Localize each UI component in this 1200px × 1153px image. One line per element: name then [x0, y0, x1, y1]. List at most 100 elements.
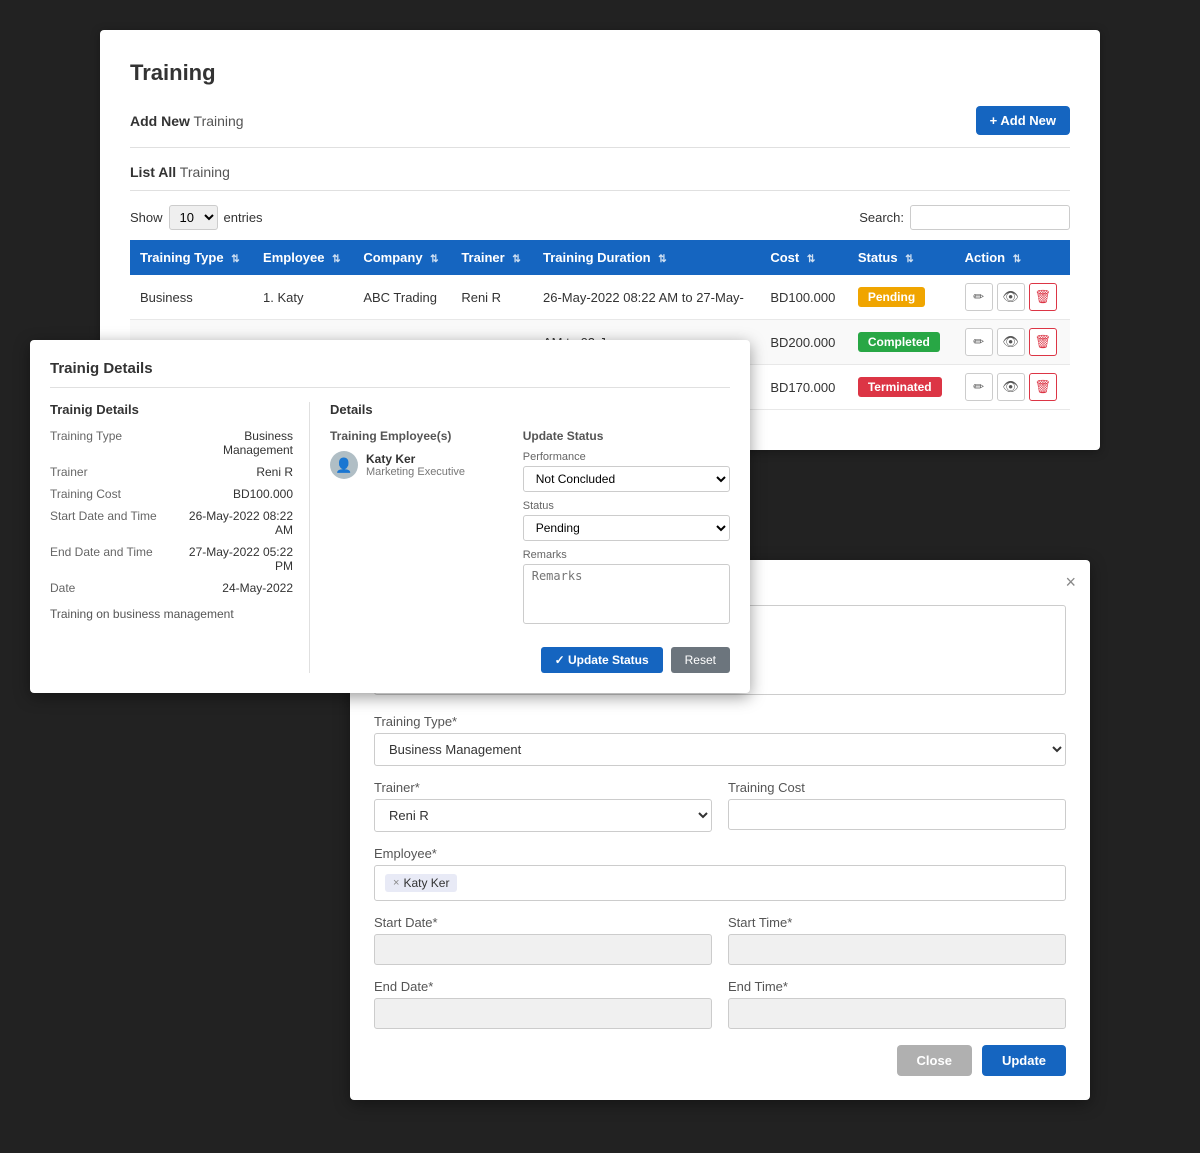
sort-icon-training-type: ⇅: [231, 254, 239, 265]
status-label: Status: [523, 500, 730, 512]
view-button[interactable]: 👁: [997, 283, 1025, 311]
trainer-value: Reni R: [180, 465, 293, 479]
edit-button[interactable]: ✏: [965, 373, 993, 401]
performance-label: Performance: [523, 451, 730, 463]
col-cost[interactable]: Cost ⇅: [760, 240, 848, 275]
tag-remove-icon[interactable]: ×: [393, 877, 399, 889]
trainer-select[interactable]: Reni R: [374, 799, 712, 832]
employee-tag: × Katy Ker: [385, 874, 457, 892]
trainer-label: Trainer*: [374, 780, 712, 795]
list-all-bar: List All Training: [130, 164, 1070, 191]
start-time-input[interactable]: 08:22: [728, 934, 1066, 965]
avatar: 👤: [330, 451, 358, 479]
delete-button[interactable]: 🗑: [1029, 373, 1057, 401]
status-badge: Completed: [858, 332, 940, 352]
delete-button[interactable]: 🗑: [1029, 328, 1057, 356]
start-label: Start Date and Time: [50, 509, 180, 537]
end-time-label: End Time*: [728, 979, 1066, 994]
start-time-col: Start Time* 08:22: [728, 915, 1066, 965]
col-employee[interactable]: Employee ⇅: [253, 240, 353, 275]
entries-select[interactable]: 10 25 50: [169, 205, 218, 230]
show-entries: Show 10 25 50 entries: [130, 205, 263, 230]
col-duration[interactable]: Training Duration ⇅: [533, 240, 760, 275]
col-training-type[interactable]: Training Type ⇅: [130, 240, 253, 275]
col-action[interactable]: Action ⇅: [955, 240, 1070, 275]
training-type-label: Training Type*: [374, 714, 1066, 729]
action-buttons: ✏ 👁 🗑: [965, 373, 1060, 401]
add-new-button[interactable]: + Add New: [976, 106, 1070, 135]
detail-row-end: End Date and Time 27-May-2022 05:22 PM: [50, 545, 293, 573]
sort-icon-cost: ⇅: [807, 254, 815, 265]
status-select[interactable]: Pending Completed Terminated: [523, 515, 730, 541]
detail-row-start: Start Date and Time 26-May-2022 08:22 AM: [50, 509, 293, 537]
trainer-label: Trainer: [50, 465, 180, 479]
training-cost-label: Training Cost: [728, 780, 1066, 795]
trainer-col: Trainer* Reni R: [374, 780, 712, 832]
end-label: End Date and Time: [50, 545, 180, 573]
delete-button[interactable]: 🗑: [1029, 283, 1057, 311]
employee-tag-name: Katy Ker: [403, 876, 449, 890]
col-status[interactable]: Status ⇅: [848, 240, 955, 275]
update-button[interactable]: Update: [982, 1045, 1066, 1076]
sort-icon-trainer: ⇅: [512, 254, 520, 265]
cell-duration: 26-May-2022 08:22 AM to 27-May-: [533, 275, 760, 320]
show-label: Show: [130, 210, 163, 225]
panel-left-title: Trainig Details: [50, 402, 293, 417]
remarks-textarea[interactable]: [523, 564, 730, 624]
search-input[interactable]: [910, 205, 1070, 230]
view-button[interactable]: 👁: [997, 328, 1025, 356]
employee-tag-input[interactable]: × Katy Ker: [374, 865, 1066, 901]
sort-icon-action: ⇅: [1013, 254, 1021, 265]
type-value: Business Management: [180, 429, 293, 457]
training-details-panel: Trainig Details Trainig Details Training…: [30, 340, 750, 693]
sort-icon-employee: ⇅: [332, 254, 340, 265]
update-status-button[interactable]: ✓ Update Status: [541, 647, 663, 673]
detail-row-date: Date 24-May-2022: [50, 581, 293, 595]
performance-select[interactable]: Not Concluded Concluded: [523, 466, 730, 492]
cell-action: ✏ 👁 🗑: [955, 320, 1070, 365]
detail-row-cost: Training Cost BD100.000: [50, 487, 293, 501]
cell-trainer: Reni R: [451, 275, 533, 320]
status-group: Status Pending Completed Terminated: [523, 500, 730, 541]
end-date-input[interactable]: 2022-05-27: [374, 998, 712, 1029]
training-employees-label: Training Employee(s): [330, 429, 503, 443]
start-value: 26-May-2022 08:22 AM: [180, 509, 293, 537]
col-trainer[interactable]: Trainer ⇅: [451, 240, 533, 275]
edit-button[interactable]: ✏: [965, 328, 993, 356]
training-type-row: Training Type* Business Management: [374, 714, 1066, 766]
end-date-col: End Date* 2022-05-27: [374, 979, 712, 1029]
sort-icon-status: ⇅: [905, 254, 913, 265]
detail-row-trainer: Trainer Reni R: [50, 465, 293, 479]
performance-group: Performance Not Concluded Concluded: [523, 451, 730, 492]
cell-action: ✏ 👁 🗑: [955, 365, 1070, 410]
col-company[interactable]: Company ⇅: [353, 240, 451, 275]
start-date-input[interactable]: 2022-05-26: [374, 934, 712, 965]
update-status-section: Training Employee(s) 👤 Katy Ker Marketin…: [330, 429, 730, 635]
edit-button[interactable]: ✏: [965, 283, 993, 311]
date-value: 24-May-2022: [180, 581, 293, 595]
panel-right: Details Training Employee(s) 👤 Katy Ker …: [310, 402, 730, 673]
close-button[interactable]: Close: [897, 1045, 972, 1076]
status-badge: Terminated: [858, 377, 942, 397]
dates-row: Start Date* 2022-05-26 Start Time* 08:22: [374, 915, 1066, 965]
page-title: Training: [130, 60, 1070, 86]
remarks-group: Remarks: [523, 549, 730, 627]
action-buttons: ✏ 👁 🗑: [965, 328, 1060, 356]
update-status-title: Update Status: [523, 429, 730, 443]
end-value: 27-May-2022 05:22 PM: [180, 545, 293, 573]
close-icon-button[interactable]: ×: [1065, 572, 1076, 593]
training-type-select[interactable]: Business Management: [374, 733, 1066, 766]
cell-employee: 1. Katy: [253, 275, 353, 320]
view-button[interactable]: 👁: [997, 373, 1025, 401]
end-dates-row: End Date* 2022-05-27 End Time* 17:22: [374, 979, 1066, 1029]
edit-panel-footer: Close Update: [374, 1045, 1066, 1076]
employee-role: Marketing Executive: [366, 466, 465, 478]
cell-action: ✏ 👁 🗑: [955, 275, 1070, 320]
start-time-label: Start Time*: [728, 915, 1066, 930]
reset-button[interactable]: Reset: [671, 647, 730, 673]
employee-row: Employee* × Katy Ker: [374, 846, 1066, 901]
entries-label: entries: [224, 210, 263, 225]
training-cost-input[interactable]: 100: [728, 799, 1066, 830]
update-status-box: Update Status Performance Not Concluded …: [523, 429, 730, 635]
end-time-input[interactable]: 17:22: [728, 998, 1066, 1029]
